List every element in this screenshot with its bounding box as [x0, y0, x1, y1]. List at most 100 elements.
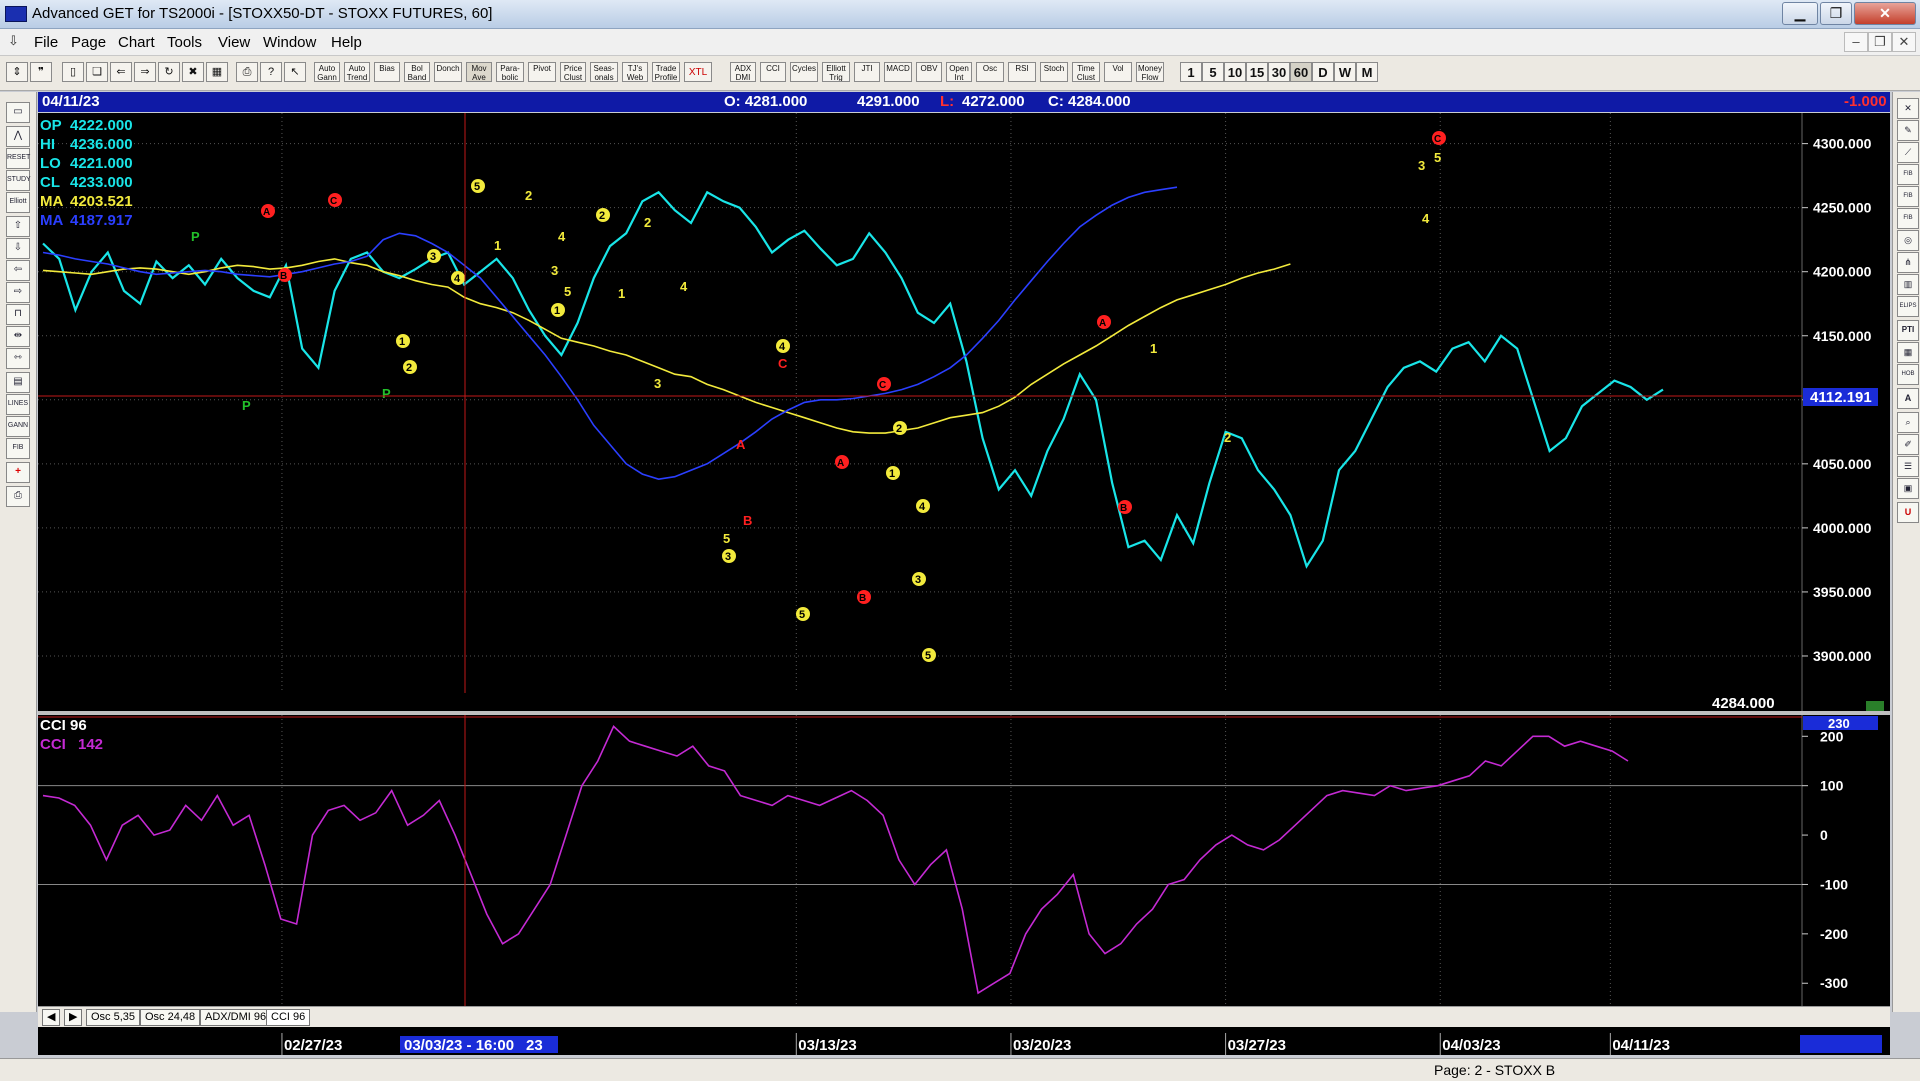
- step-icon[interactable]: ⊓: [6, 304, 30, 325]
- print-icon[interactable]: ⎙: [236, 62, 258, 82]
- tab-scroll-right[interactable]: ▶: [64, 1009, 83, 1026]
- hob-tool[interactable]: HOB: [1897, 364, 1919, 385]
- chart-options-icon[interactable]: [1866, 701, 1884, 711]
- tool-cci[interactable]: CCI: [760, 62, 786, 82]
- table-icon[interactable]: ▤: [6, 372, 30, 393]
- tool-tjs-web[interactable]: TJ's Web: [622, 62, 648, 82]
- timeframe-15[interactable]: 15: [1246, 62, 1268, 82]
- quote-tool-icon[interactable]: ❞: [30, 62, 52, 82]
- magnet-icon[interactable]: U: [1897, 502, 1919, 523]
- maximize-button[interactable]: ❐: [1820, 2, 1852, 25]
- forward-icon[interactable]: ⇒: [134, 62, 156, 82]
- menu-chart[interactable]: Chart: [118, 34, 155, 51]
- help-icon[interactable]: ?: [260, 62, 282, 82]
- expand-icon[interactable]: ⇹: [6, 326, 30, 347]
- mdi-minimize-button[interactable]: –: [1844, 32, 1868, 52]
- timeframe-weekly[interactable]: W: [1334, 62, 1356, 82]
- reset-tool[interactable]: RESET: [6, 148, 30, 169]
- fan-icon[interactable]: ⋔: [1897, 252, 1919, 273]
- pencil-icon[interactable]: ✎: [1897, 120, 1919, 141]
- fib-ret-tool[interactable]: FIB RET: [1897, 164, 1919, 195]
- tab-adx-dmi-96[interactable]: ADX/DMI 96: [200, 1009, 272, 1026]
- trendline-icon[interactable]: ⟋: [1897, 142, 1919, 163]
- timeframe-daily[interactable]: D: [1312, 62, 1334, 82]
- gann-tool[interactable]: GANN: [6, 416, 30, 437]
- tool-parabolic[interactable]: Para-bolic: [496, 62, 524, 82]
- tool-money-flow[interactable]: Money Flow: [1136, 62, 1164, 82]
- tool-rsi[interactable]: RSI: [1008, 62, 1036, 82]
- menu-help[interactable]: Help: [331, 34, 362, 51]
- fib-tool[interactable]: FIB: [6, 438, 30, 459]
- tool-donch[interactable]: Donch: [434, 62, 462, 82]
- tool-adx-dmi[interactable]: ADX DMI: [730, 62, 756, 82]
- new-page-icon[interactable]: ▯: [62, 62, 84, 82]
- zigzag-icon[interactable]: ⋀: [6, 126, 30, 147]
- refresh-icon[interactable]: ↻: [158, 62, 180, 82]
- tool-price-clust[interactable]: Price Clust: [560, 62, 586, 82]
- menu-file[interactable]: File: [34, 34, 58, 51]
- tool-stoch[interactable]: Stoch: [1040, 62, 1068, 82]
- marker-icon[interactable]: ✐: [1897, 434, 1919, 455]
- mdi-icon[interactable]: ⇩: [8, 33, 22, 49]
- channel-icon[interactable]: ▥: [1897, 274, 1919, 295]
- fib-ext-tool[interactable]: FIB EXT: [1897, 186, 1919, 217]
- elips-tool[interactable]: ELIPS: [1897, 296, 1919, 317]
- print-chart-icon[interactable]: ⎙: [6, 486, 30, 507]
- tool-auto-gann[interactable]: Auto Gann: [314, 62, 340, 82]
- arrow-left-icon[interactable]: ⇦: [6, 260, 30, 281]
- minimize-button[interactable]: ▁: [1782, 2, 1818, 25]
- book-icon[interactable]: ▣: [1897, 478, 1919, 499]
- mdi-close-button[interactable]: ✕: [1892, 32, 1916, 52]
- arrow-up-icon[interactable]: ⇧: [6, 216, 30, 237]
- grid-tool-icon[interactable]: ▦: [1897, 342, 1919, 363]
- circle-icon[interactable]: ◎: [1897, 230, 1919, 251]
- open-folder-icon[interactable]: ▭: [6, 102, 30, 123]
- tab-osc-5-35[interactable]: Osc 5,35: [86, 1009, 141, 1026]
- tool-obv[interactable]: OBV: [916, 62, 942, 82]
- grid-icon[interactable]: ▦: [206, 62, 228, 82]
- menu-view[interactable]: View: [218, 34, 250, 51]
- list-icon[interactable]: ☰: [1897, 456, 1919, 477]
- date-axis[interactable]: 02/27/23 03/13/23 03/20/23 03/27/23 04/03/23…: [38, 1033, 1890, 1055]
- timeframe-1[interactable]: 1: [1180, 62, 1202, 82]
- zoom-icon[interactable]: ⌕: [1897, 412, 1919, 433]
- pti-tool[interactable]: PTI: [1897, 320, 1919, 341]
- tool-macd[interactable]: MACD: [884, 62, 912, 82]
- timeframe-monthly[interactable]: M: [1356, 62, 1378, 82]
- menu-page[interactable]: Page: [71, 34, 106, 51]
- price-panel[interactable]: [38, 113, 1802, 693]
- pointer-tool-icon[interactable]: ⇕: [6, 62, 28, 82]
- compress-icon[interactable]: ⇿: [6, 348, 30, 369]
- tool-elliott-trig[interactable]: Elliott Trig: [822, 62, 850, 82]
- elliott-tool[interactable]: Elliott: [6, 192, 30, 213]
- menu-window[interactable]: Window: [263, 34, 316, 51]
- text-tool-icon[interactable]: A: [1897, 388, 1919, 409]
- tool-seasonals[interactable]: Seas-onals: [590, 62, 618, 82]
- tool-pivot[interactable]: Pivot: [528, 62, 556, 82]
- copy-icon[interactable]: ❏: [86, 62, 108, 82]
- panel-separator[interactable]: [38, 711, 1890, 715]
- tool-open-int[interactable]: Open Int: [946, 62, 972, 82]
- tool-time-clust[interactable]: Time Clust: [1072, 62, 1100, 82]
- close-button[interactable]: ✕: [1854, 2, 1916, 25]
- mdi-restore-button[interactable]: ❐: [1868, 32, 1892, 52]
- timeframe-5[interactable]: 5: [1202, 62, 1224, 82]
- tool-bol-band[interactable]: Bol Band: [404, 62, 430, 82]
- timeframe-60[interactable]: 60: [1290, 62, 1312, 82]
- chart-svg[interactable]: 3900.0003950.0004000.0004050.0004100.000…: [38, 113, 1890, 1006]
- tool-auto-trend[interactable]: Auto Trend: [344, 62, 370, 82]
- tab-scroll-left[interactable]: ◀: [42, 1009, 61, 1026]
- menu-tools[interactable]: Tools: [167, 34, 202, 51]
- tool-vol[interactable]: Vol: [1104, 62, 1132, 82]
- tool-bias[interactable]: Bias: [374, 62, 400, 82]
- study-tool[interactable]: STUDY: [6, 170, 31, 191]
- chart-area[interactable]: 3900.0003950.0004000.0004050.0004100.000…: [38, 113, 1890, 1033]
- tool-xtl[interactable]: XTL: [684, 62, 712, 82]
- whats-this-icon[interactable]: ↖: [284, 62, 306, 82]
- arrow-right-icon[interactable]: ⇨: [6, 282, 30, 303]
- timeframe-10[interactable]: 10: [1224, 62, 1246, 82]
- tool-trade-profile[interactable]: Trade Profile: [652, 62, 680, 82]
- close-x-icon[interactable]: ✕: [1897, 98, 1919, 119]
- tool-jti[interactable]: JTI: [854, 62, 880, 82]
- tool-osc[interactable]: Osc: [976, 62, 1004, 82]
